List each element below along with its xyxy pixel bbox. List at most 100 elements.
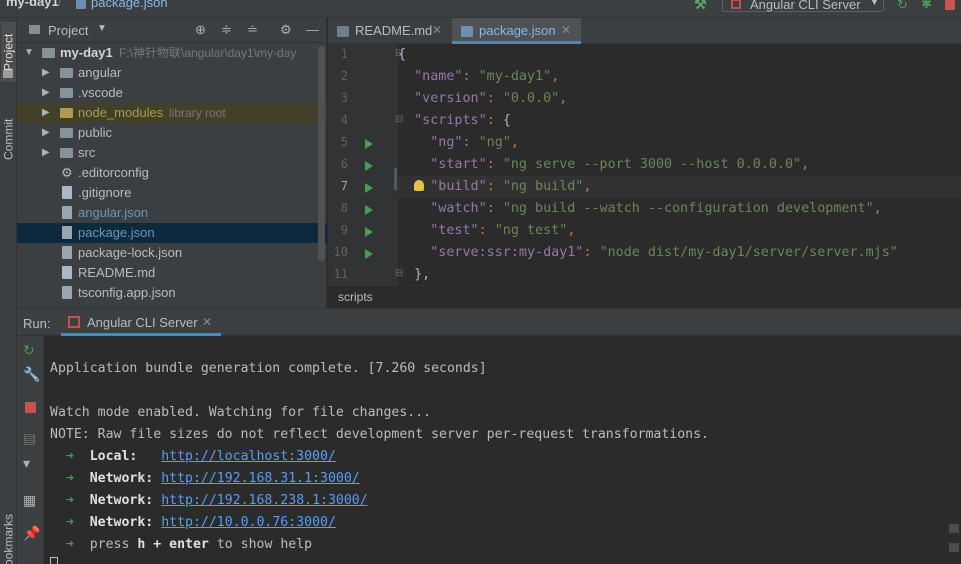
chevron-right-icon[interactable]: ▶	[42, 63, 50, 83]
tab-readme[interactable]: README.md ✕	[328, 18, 452, 44]
tool-window-bookmarks[interactable]: Bookmarks	[1, 508, 16, 564]
chevron-right-icon[interactable]: ▶	[42, 123, 50, 143]
code-view[interactable]: { "name": "my-day1", "version": "0.0.0",…	[398, 44, 961, 285]
soft-wrap-icon[interactable]: ▾	[23, 455, 30, 472]
close-icon[interactable]: ✕	[202, 315, 212, 329]
close-icon[interactable]: ✕	[432, 18, 442, 43]
restore-layout-icon[interactable]: ▤	[23, 430, 36, 447]
navigation-bar: my-day1 / package.json ⚒ Angular CLI Ser…	[0, 0, 961, 18]
line-number: 11	[333, 267, 348, 281]
line-number: 2	[340, 69, 348, 83]
build-hammer-icon[interactable]: ⚒	[694, 0, 707, 13]
tree-item-editorconfig[interactable]: ⚙ .editorconfig	[17, 163, 327, 183]
run-script-icon[interactable]	[365, 183, 373, 193]
help-text-post: to show help	[216, 537, 313, 552]
run-script-icon[interactable]	[365, 227, 373, 237]
tree-root-my-day1[interactable]: ▼ my-day1 F:\神针物联\angular\day1\my-day	[17, 43, 327, 63]
line-number: 3	[340, 91, 348, 105]
tree-item-gitignore[interactable]: .gitignore	[17, 183, 327, 203]
minimize-icon[interactable]: —	[306, 22, 319, 37]
tree-root-path: F:\神针物联\angular\day1\my-day	[119, 46, 297, 60]
project-tree: ▼ my-day1 F:\神针物联\angular\day1\my-day ▶ …	[17, 43, 327, 308]
network-url-link[interactable]: http://192.168.238.1:3000/	[161, 493, 367, 508]
stop-icon[interactable]	[945, 0, 955, 10]
wrench-icon[interactable]: 🔧	[23, 366, 40, 383]
tree-item-label: src	[78, 145, 96, 160]
editor-tab-bar: README.md ✕ package.json ✕	[328, 18, 961, 44]
tree-item-node-modules[interactable]: ▶ node_modules library root	[17, 103, 327, 123]
json-value: "ng build"	[502, 179, 584, 194]
network-label: Network:	[89, 493, 154, 508]
pin-icon[interactable]: 📌	[23, 525, 40, 542]
tree-item-angular[interactable]: ▶ angular	[17, 63, 327, 83]
tool-window-commit-label: Commit	[1, 118, 16, 160]
tree-item-package-json[interactable]: package.json	[17, 223, 327, 243]
console-line-network: ➜ Network: http://192.168.31.1:3000/	[50, 468, 360, 490]
chevron-right-icon[interactable]: ▶	[42, 83, 50, 103]
run-tab-label: Angular CLI Server	[87, 315, 198, 330]
json-key: "name"	[414, 69, 463, 84]
tab-package-json[interactable]: package.json ✕	[452, 18, 581, 44]
breadcrumb-separator: /	[58, 0, 62, 9]
run-label: Run:	[23, 316, 51, 331]
chevron-right-icon[interactable]: ▶	[42, 143, 50, 163]
expand-all-icon[interactable]: ≑	[221, 22, 232, 38]
json-key: "ng"	[430, 135, 463, 150]
collapse-all-icon[interactable]: ≐	[247, 22, 258, 38]
breadcrumb-project[interactable]: my-day1	[6, 0, 59, 9]
angular-icon	[731, 0, 741, 9]
code-line-current: "build": "ng build",	[398, 176, 961, 198]
breadcrumb-scripts[interactable]: scripts	[338, 290, 373, 304]
project-view-selector[interactable]: Project	[48, 23, 88, 38]
lightbulb-icon[interactable]	[414, 180, 424, 191]
tree-item-readme[interactable]: README.md	[17, 263, 327, 283]
network-url-link[interactable]: http://10.0.0.76:3000/	[161, 515, 336, 530]
tree-scrollbar[interactable]	[318, 46, 325, 261]
rerun-icon[interactable]: ↻	[897, 0, 908, 13]
json-value: "my-day1"	[478, 69, 552, 84]
run-configuration-selector[interactable]: Angular CLI Server ▼	[722, 0, 884, 12]
tool-window-commit[interactable]: Commit	[1, 110, 16, 168]
json-value: "ng test"	[494, 223, 568, 238]
tree-item-label: README.md	[78, 265, 156, 280]
project-folder-icon	[29, 25, 40, 34]
network-url-link[interactable]: http://192.168.31.1:3000/	[161, 471, 360, 486]
run-script-icon[interactable]	[365, 205, 373, 215]
local-url-link[interactable]: http://localhost:3000/	[161, 449, 336, 464]
run-script-icon[interactable]	[365, 249, 373, 259]
line-number: 7	[340, 179, 348, 193]
console-output[interactable]: Application bundle generation complete. …	[44, 336, 961, 564]
folder-icon	[60, 88, 73, 98]
gear-icon[interactable]: ⚙	[280, 22, 292, 38]
console-scroll-marker	[949, 543, 959, 552]
console-line-local: ➜ Local: http://localhost:3000/	[50, 446, 336, 468]
json-file-icon	[461, 26, 473, 37]
run-script-icon[interactable]	[365, 139, 373, 149]
chevron-down-icon[interactable]: ▼	[97, 23, 107, 34]
rerun-icon[interactable]: ↻	[23, 342, 35, 359]
json-key: "test"	[430, 223, 479, 238]
code-line: "start": "ng serve --port 3000 --host 0.…	[430, 157, 810, 172]
tree-item-angular-json[interactable]: angular.json	[17, 203, 327, 223]
tree-item-tsconfig-app-json[interactable]: tsconfig.app.json	[17, 283, 327, 303]
arrow-icon: ➜	[65, 471, 74, 486]
console-line-help: ➜ press h + enter to show help	[50, 534, 312, 556]
run-script-icon[interactable]	[365, 161, 373, 171]
close-icon[interactable]: ✕	[561, 18, 571, 43]
stop-icon[interactable]	[25, 402, 36, 413]
chevron-right-icon[interactable]: ▶	[42, 103, 50, 123]
arrow-icon: ➜	[65, 515, 74, 530]
run-tab-angular-cli-server[interactable]: Angular CLI Server ✕	[61, 309, 221, 336]
chevron-down-icon[interactable]: ▼	[24, 43, 34, 63]
left-tool-stripe: Project Commit Bookmarks	[0, 18, 17, 564]
tree-item-vscode[interactable]: ▶ .vscode	[17, 83, 327, 103]
tree-item-package-lock-json[interactable]: package-lock.json	[17, 243, 327, 263]
tree-item-src[interactable]: ▶ src	[17, 143, 327, 163]
library-folder-icon	[60, 108, 73, 118]
tab-label: README.md	[355, 23, 433, 38]
tree-item-public[interactable]: ▶ public	[17, 123, 327, 143]
breadcrumb-file[interactable]: package.json	[91, 0, 168, 10]
locate-file-icon[interactable]: ⊕	[195, 22, 206, 38]
layout-icon[interactable]: ▦	[23, 492, 36, 509]
debug-icon[interactable]: ✱	[921, 0, 932, 12]
